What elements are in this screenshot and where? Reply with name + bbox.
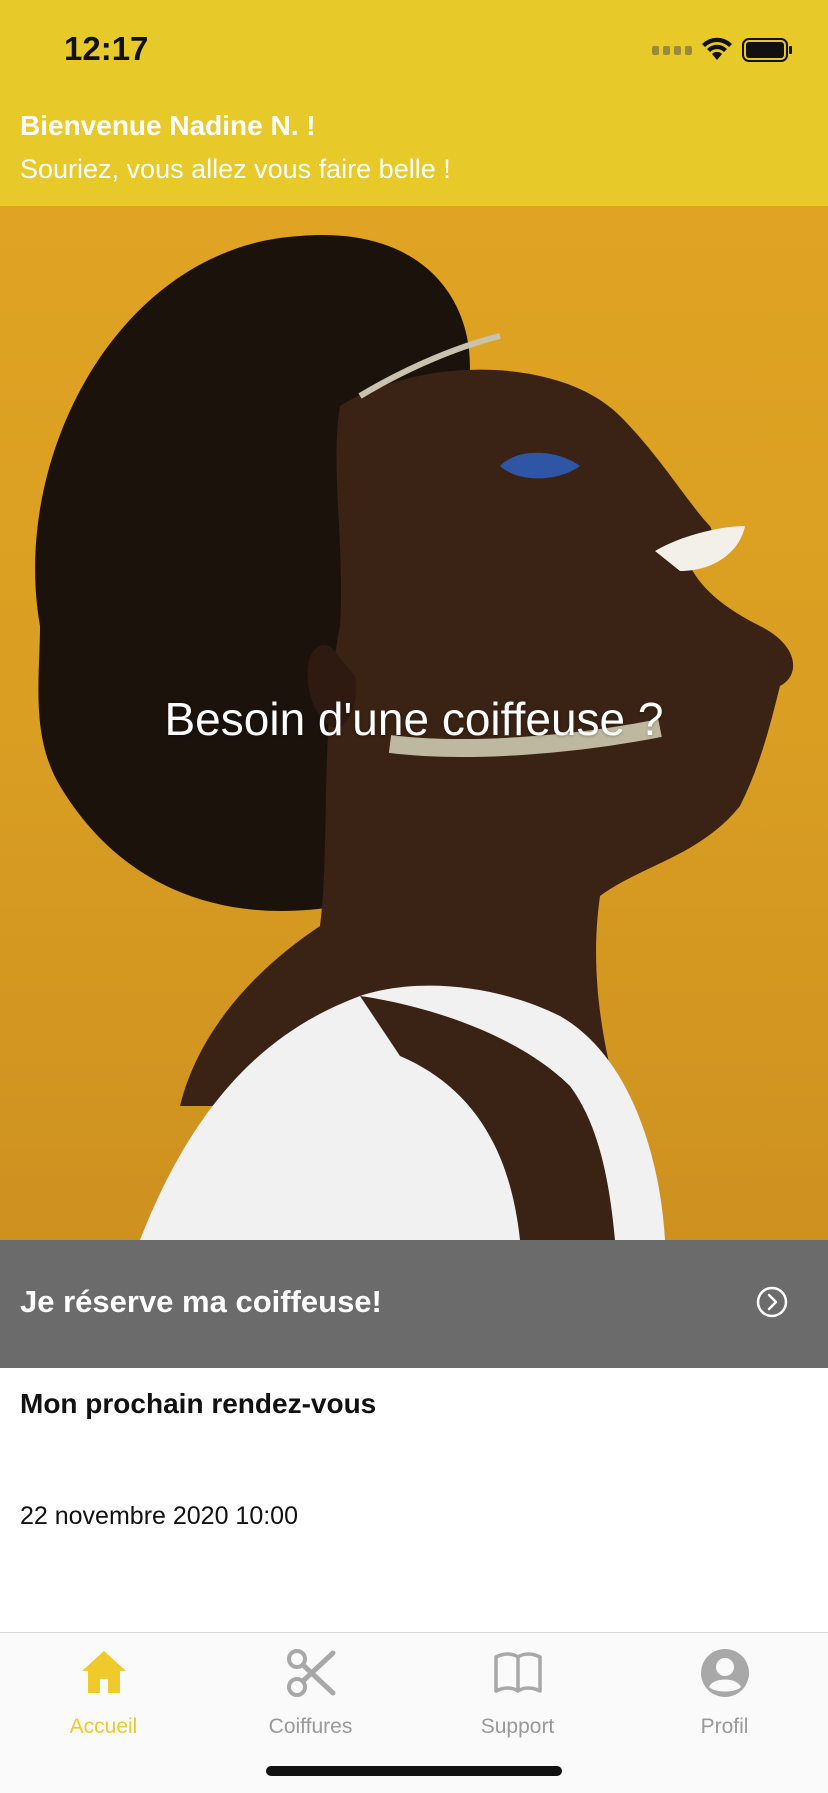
tab-label: Profil <box>700 1715 749 1738</box>
next-appointment-date[interactable]: 22 novembre 2020 10:00 <box>20 1502 298 1531</box>
home-icon <box>82 1651 126 1693</box>
home-indicator[interactable] <box>266 1766 562 1776</box>
hero-banner[interactable]: Besoin d'une coiffeuse ? <box>0 206 828 1240</box>
tagline-text: Souriez, vous allez vous faire belle ! <box>20 154 451 184</box>
welcome-text: Bienvenue Nadine N. ! <box>20 110 316 141</box>
user-icon <box>701 1649 749 1697</box>
wifi-icon <box>702 37 732 60</box>
tab-label: Support <box>480 1715 555 1738</box>
tab-support[interactable]: Support <box>414 1633 621 1743</box>
hero-title: Besoin d'une coiffeuse ? <box>164 693 664 745</box>
status-bar: 12:17 <box>0 0 828 100</box>
tab-profil[interactable]: Profil <box>621 1633 828 1743</box>
tab-coiffures[interactable]: Coiffures <box>207 1633 414 1743</box>
next-appointment-title: Mon prochain rendez-vous <box>20 1388 377 1419</box>
welcome-header: Bienvenue Nadine N. ! Souriez, vous alle… <box>0 100 828 206</box>
tab-accueil[interactable]: Accueil <box>0 1633 207 1743</box>
status-time: 12:17 <box>64 30 149 67</box>
chevron-right-circle-icon <box>756 1286 788 1318</box>
tab-label: Coiffures <box>268 1715 353 1738</box>
book-icon <box>494 1652 542 1693</box>
scissors-icon <box>287 1649 336 1697</box>
reserve-hairdresser-button[interactable]: Je réserve ma coiffeuse! <box>0 1240 828 1368</box>
reserve-button-label: Je réserve ma coiffeuse! <box>20 1284 382 1319</box>
tab-label: Accueil <box>69 1715 138 1738</box>
cellular-signal-icon <box>652 46 692 55</box>
battery-icon <box>742 38 792 62</box>
